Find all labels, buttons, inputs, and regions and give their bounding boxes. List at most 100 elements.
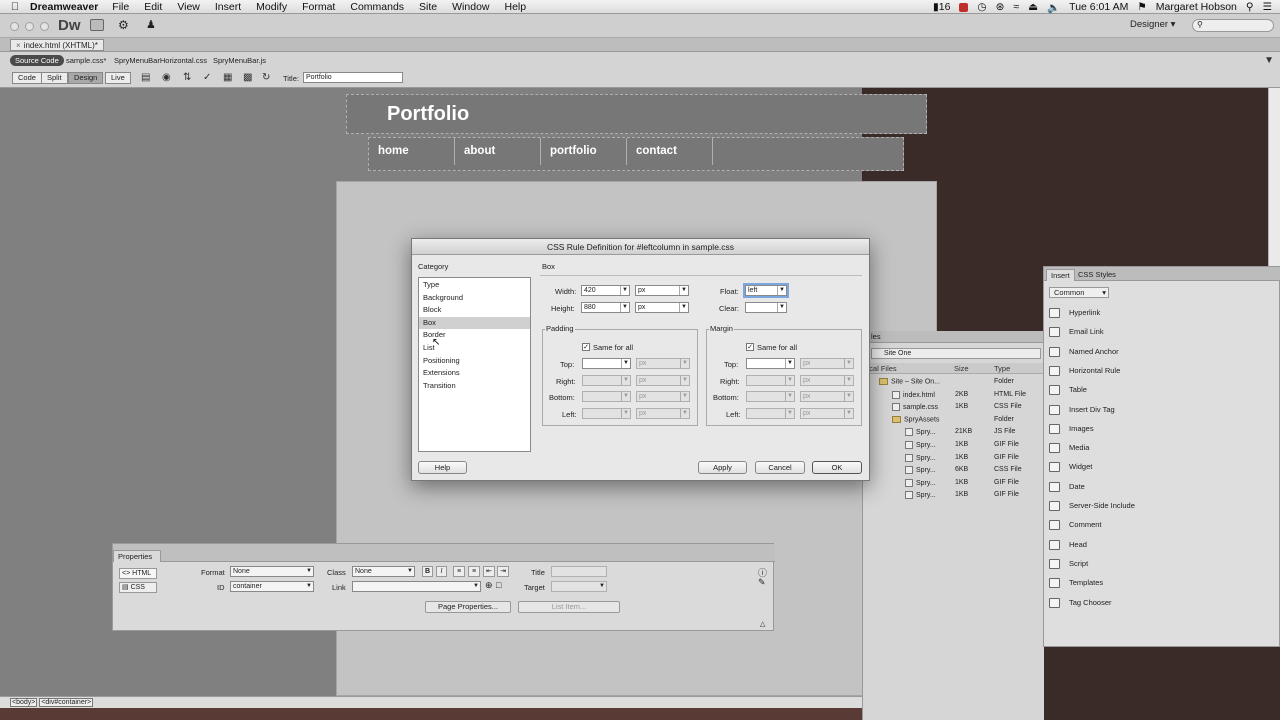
menu-help[interactable]: Help: [505, 1, 527, 13]
spry-menu-bar[interactable]: home about portfolio contact: [368, 137, 904, 171]
nav-item-home[interactable]: home: [369, 138, 455, 165]
browse-folder-icon[interactable]: □: [496, 580, 501, 590]
ok-button[interactable]: OK: [812, 461, 862, 474]
battery-icon[interactable]: ▮16: [933, 1, 950, 13]
notification-icon[interactable]: ☰: [1263, 1, 1272, 13]
title-field[interactable]: [551, 566, 607, 577]
w3c-validation-icon[interactable]: ✓: [203, 72, 211, 83]
search-input[interactable]: ⚲: [1192, 19, 1274, 32]
outdent-icon[interactable]: ⇤: [483, 566, 495, 577]
nav-item-portfolio[interactable]: portfolio: [541, 138, 627, 165]
wifi-icon[interactable]: ≈: [1013, 1, 1019, 13]
category-item-background[interactable]: Background: [419, 292, 530, 304]
padding-bottom-unit[interactable]: px ▼: [636, 391, 690, 402]
layout-icon[interactable]: [90, 19, 104, 31]
menu-commands[interactable]: Commands: [350, 1, 404, 13]
id-select[interactable]: container ▼: [230, 581, 314, 592]
insert-item-script[interactable]: Script: [1049, 558, 1088, 570]
insert-item-comment[interactable]: Comment: [1049, 519, 1102, 531]
float-select[interactable]: left ▼: [745, 285, 787, 296]
height-input[interactable]: 880 ▼: [581, 302, 630, 313]
padding-right-unit[interactable]: px ▼: [636, 375, 690, 386]
bold-button[interactable]: B: [422, 566, 433, 577]
category-item-positioning[interactable]: Positioning: [419, 355, 530, 367]
padding-same-checkbox[interactable]: ✓: [582, 343, 590, 351]
help-button[interactable]: Help: [418, 461, 467, 474]
indent-icon[interactable]: ⇥: [497, 566, 509, 577]
padding-top-unit[interactable]: px ▼: [636, 358, 690, 369]
ordered-list-icon[interactable]: ≡: [468, 566, 480, 577]
insert-item-email-link[interactable]: Email Link: [1049, 326, 1104, 338]
tag-body[interactable]: <body>: [10, 698, 38, 707]
padding-left-input[interactable]: ▼: [582, 408, 631, 419]
site-select[interactable]: Site One: [871, 348, 1041, 359]
insert-item-insert-div-tag[interactable]: Insert Div Tag: [1049, 404, 1115, 416]
clock[interactable]: Tue 6:01 AM: [1069, 1, 1128, 13]
related-file-spry-css[interactable]: SpryMenuBarHorizontal.css: [114, 56, 207, 65]
insert-item-images[interactable]: Images: [1049, 423, 1094, 435]
cancel-button[interactable]: Cancel: [755, 461, 805, 474]
category-item-type[interactable]: Type: [419, 279, 530, 291]
category-item-box[interactable]: Box: [419, 316, 530, 329]
minimize-window-icon[interactable]: [25, 22, 34, 31]
properties-tab[interactable]: Properties: [113, 550, 161, 562]
apply-button[interactable]: Apply: [698, 461, 747, 474]
insert-item-media[interactable]: Media: [1049, 442, 1089, 454]
nav-item-contact[interactable]: contact: [627, 138, 713, 165]
padding-bottom-input[interactable]: ▼: [582, 391, 631, 402]
insert-item-date[interactable]: Date: [1049, 481, 1085, 493]
preview-browser-icon[interactable]: ◉: [162, 72, 171, 83]
margin-right-input[interactable]: ▼: [746, 375, 795, 386]
margin-top-input[interactable]: ▼: [746, 358, 795, 369]
padding-left-unit[interactable]: px ▼: [636, 408, 690, 419]
page-header[interactable]: Portfolio: [346, 94, 927, 134]
width-unit-select[interactable]: px ▼: [635, 285, 689, 296]
spotlight-icon[interactable]: ⚲: [1246, 1, 1254, 13]
tag-container[interactable]: <div#container>: [39, 698, 94, 707]
margin-bottom-unit[interactable]: px ▼: [800, 391, 854, 402]
flag-icon[interactable]: ⚑: [1137, 1, 1146, 13]
category-item-extensions[interactable]: Extensions: [419, 367, 530, 379]
insert-item-templates[interactable]: Templates: [1049, 577, 1103, 589]
padding-right-input[interactable]: ▼: [582, 375, 631, 386]
italic-button[interactable]: I: [436, 566, 447, 577]
html-mode-button[interactable]: <> HTML: [119, 568, 157, 579]
target-select[interactable]: ▼: [551, 581, 607, 592]
title-input[interactable]: Portfolio: [303, 72, 403, 83]
tab-css-styles[interactable]: CSS Styles: [1074, 269, 1120, 281]
category-item-block[interactable]: Block: [419, 304, 530, 316]
clear-select[interactable]: ▼: [745, 302, 787, 313]
insert-item-head[interactable]: Head: [1049, 539, 1087, 551]
quick-tag-editor-icon[interactable]: ✎: [758, 577, 766, 588]
related-file-sample-css[interactable]: sample.css*: [66, 56, 106, 65]
workspace-switcher[interactable]: Designer ▾: [1130, 19, 1175, 30]
document-tab[interactable]: × index.html (XHTML)*: [10, 39, 104, 51]
gear-icon[interactable]: ⚙: [118, 18, 129, 32]
menu-insert[interactable]: Insert: [215, 1, 241, 13]
insert-item-hyperlink[interactable]: Hyperlink: [1049, 307, 1100, 319]
margin-same-checkbox[interactable]: ✓: [746, 343, 754, 351]
insert-item-tag-chooser[interactable]: Tag Chooser: [1049, 597, 1112, 609]
multiscreen-icon[interactable]: ▤: [141, 72, 150, 83]
eject-icon[interactable]: ⏏: [1028, 1, 1038, 13]
design-view-button[interactable]: Design: [68, 72, 104, 84]
menu-window[interactable]: Window: [452, 1, 489, 13]
list-item-button[interactable]: List Item...: [518, 601, 620, 613]
live-view-button[interactable]: Live: [105, 72, 131, 84]
insert-item-horizontal-rule[interactable]: Horizontal Rule: [1049, 365, 1120, 377]
code-view-button[interactable]: Code: [12, 72, 42, 84]
collapse-icon[interactable]: △: [760, 620, 765, 628]
menu-modify[interactable]: Modify: [256, 1, 287, 13]
menu-view[interactable]: View: [177, 1, 200, 13]
apple-icon[interactable]: : [0, 1, 30, 13]
volume-icon[interactable]: 🔈: [1047, 1, 1060, 14]
related-file-spry-js[interactable]: SpryMenuBar.js: [213, 56, 266, 65]
site-icon[interactable]: ♟: [146, 18, 156, 31]
col-size[interactable]: Size: [954, 364, 969, 373]
check-browser-icon[interactable]: ▦: [223, 72, 232, 83]
insert-item-named-anchor[interactable]: Named Anchor: [1049, 346, 1119, 358]
close-tab-icon[interactable]: ×: [16, 41, 21, 50]
files-tab[interactable]: les: [863, 331, 1045, 343]
vertical-scrollbar[interactable]: [1268, 88, 1280, 266]
insert-item-widget[interactable]: Widget: [1049, 461, 1092, 473]
